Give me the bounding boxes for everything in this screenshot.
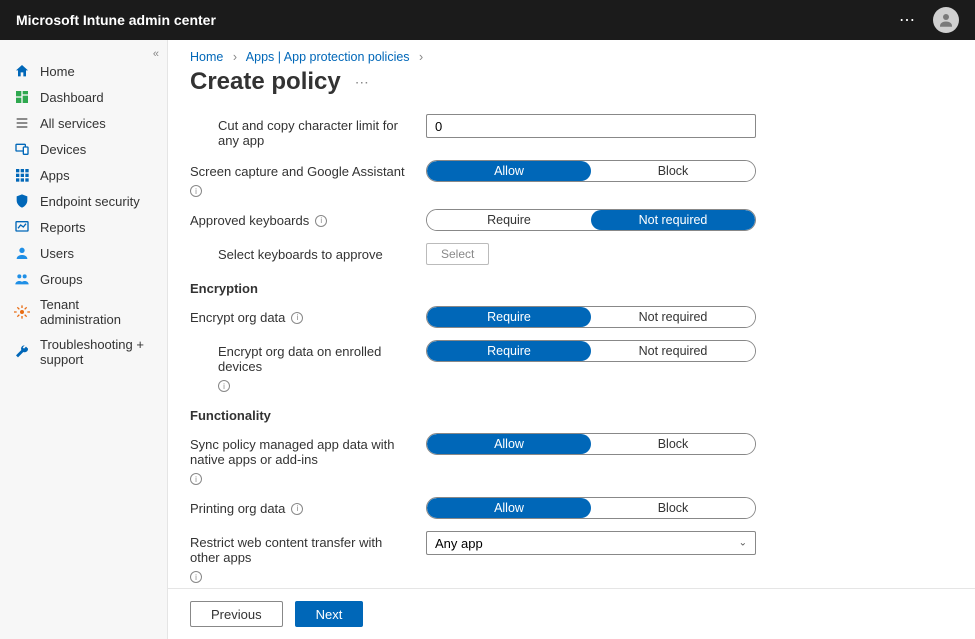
apps-icon [14,167,30,183]
previous-button[interactable]: Previous [190,601,283,627]
sidebar-item-label: Troubleshooting + support [40,337,153,367]
approved-keyboards-toggle[interactable]: Require Not required [426,209,756,231]
all-services-icon [14,115,30,131]
encrypt-org-label: Encrypt org datai [190,306,410,325]
sidebar-item-groups[interactable]: Groups [0,266,167,292]
header-more-icon[interactable]: ⋯ [899,10,917,30]
sidebar-item-label: Reports [40,220,86,235]
devices-icon [14,141,30,157]
select-value: Any app [435,536,483,551]
sidebar-item-label: Tenant administration [40,297,153,327]
sidebar-item-tenant-admin[interactable]: Tenant administration [0,292,167,332]
info-icon[interactable]: i [190,571,202,583]
tenant-icon [14,304,30,320]
avatar-icon [937,11,955,29]
sidebar-item-label: Dashboard [40,90,104,105]
toggle-require[interactable]: Require [427,307,591,327]
printing-label: Printing org datai [190,497,410,516]
printing-toggle[interactable]: Allow Block [426,497,756,519]
breadcrumb: Home › Apps | App protection policies › [168,40,975,64]
toggle-allow[interactable]: Allow [427,498,591,518]
sidebar-item-label: Devices [40,142,86,157]
page-more-icon[interactable]: ⋯ [355,74,371,91]
toggle-block[interactable]: Block [591,161,755,181]
section-encryption: Encryption [190,271,953,300]
collapse-sidebar-icon[interactable]: « [153,48,159,60]
sidebar-item-label: Home [40,64,75,79]
encrypt-org-toggle[interactable]: Require Not required [426,306,756,328]
main-content: Home › Apps | App protection policies › … [168,40,975,639]
screen-capture-label: Screen capture and Google Assistanti [190,160,410,197]
home-icon [14,63,30,79]
toggle-allow[interactable]: Allow [427,161,591,181]
info-icon[interactable]: i [218,380,230,392]
section-functionality: Functionality [190,398,953,427]
next-button[interactable]: Next [295,601,364,627]
info-icon[interactable]: i [190,473,202,485]
cut-copy-input[interactable] [426,114,756,138]
users-icon [14,245,30,261]
sidebar-item-apps[interactable]: Apps [0,162,167,188]
chevron-right-icon: › [419,50,423,64]
info-icon[interactable]: i [291,312,303,324]
encrypt-enrolled-label: Encrypt org data on enrolled devicesi [190,340,410,392]
screen-capture-toggle[interactable]: Allow Block [426,160,756,182]
policy-form: Cut and copy character limit for any app… [168,108,975,589]
info-icon[interactable]: i [190,185,202,197]
sidebar-item-home[interactable]: Home [0,58,167,84]
toggle-block[interactable]: Block [591,498,755,518]
sidebar-item-label: Endpoint security [40,194,140,209]
page-title: Create policy [190,68,341,96]
restrict-web-select[interactable]: Any app ⌄ [426,531,756,555]
sidebar-item-label: Groups [40,272,83,287]
shield-icon [14,193,30,209]
sidebar-item-users[interactable]: Users [0,240,167,266]
breadcrumb-home[interactable]: Home [190,50,223,64]
toggle-not-required[interactable]: Not required [591,210,755,230]
sidebar-item-reports[interactable]: Reports [0,214,167,240]
cut-copy-label: Cut and copy character limit for any app [190,114,410,148]
encrypt-enrolled-toggle[interactable]: Require Not required [426,340,756,362]
sidebar-item-dashboard[interactable]: Dashboard [0,84,167,110]
restrict-web-label: Restrict web content transfer with other… [190,531,410,583]
toggle-block[interactable]: Block [591,434,755,454]
sync-label: Sync policy managed app data with native… [190,433,410,485]
toggle-require[interactable]: Require [427,210,591,230]
toggle-not-required[interactable]: Not required [591,307,755,327]
sidebar-item-devices[interactable]: Devices [0,136,167,162]
chevron-right-icon: › [233,50,237,64]
select-keyboards-button[interactable]: Select [426,243,489,265]
groups-icon [14,271,30,287]
wrench-icon [14,344,30,360]
info-icon[interactable]: i [291,503,303,515]
reports-icon [14,219,30,235]
wizard-footer: Previous Next [168,589,975,639]
dashboard-icon [14,89,30,105]
sync-toggle[interactable]: Allow Block [426,433,756,455]
user-avatar[interactable] [933,7,959,33]
product-title: Microsoft Intune admin center [16,12,216,28]
sidebar-item-endpoint-security[interactable]: Endpoint security [0,188,167,214]
toggle-require[interactable]: Require [427,341,591,361]
select-keyboards-label: Select keyboards to approve [190,243,410,262]
sidebar-item-all-services[interactable]: All services [0,110,167,136]
sidebar-item-label: All services [40,116,106,131]
info-icon[interactable]: i [315,215,327,227]
sidebar-item-label: Users [40,246,74,261]
sidebar-item-troubleshooting[interactable]: Troubleshooting + support [0,332,167,372]
sidebar-item-label: Apps [40,168,70,183]
top-header: Microsoft Intune admin center ⋯ [0,0,975,40]
approved-keyboards-label: Approved keyboardsi [190,209,410,228]
sidebar: « Home Dashboard All services Devices Ap… [0,40,168,639]
breadcrumb-apps-policies[interactable]: Apps | App protection policies [246,50,410,64]
chevron-down-icon: ⌄ [739,538,747,549]
toggle-allow[interactable]: Allow [427,434,591,454]
toggle-not-required[interactable]: Not required [591,341,755,361]
